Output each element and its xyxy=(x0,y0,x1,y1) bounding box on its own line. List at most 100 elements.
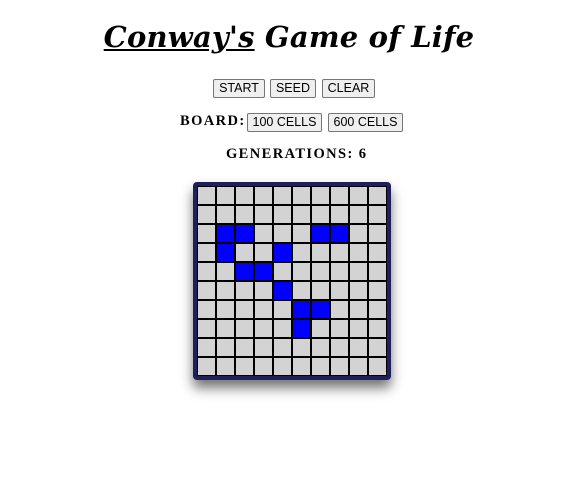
cell-dead[interactable] xyxy=(254,186,273,205)
cell-dead[interactable] xyxy=(216,319,235,338)
cell-dead[interactable] xyxy=(235,243,254,262)
cell-alive[interactable] xyxy=(311,224,330,243)
cell-dead[interactable] xyxy=(368,205,387,224)
cell-dead[interactable] xyxy=(254,338,273,357)
cell-alive[interactable] xyxy=(292,319,311,338)
clear-button[interactable]: CLEAR xyxy=(322,79,375,98)
cell-dead[interactable] xyxy=(349,243,368,262)
cell-dead[interactable] xyxy=(292,357,311,376)
cell-alive[interactable] xyxy=(273,281,292,300)
cell-alive[interactable] xyxy=(216,224,235,243)
cell-dead[interactable] xyxy=(330,319,349,338)
cell-dead[interactable] xyxy=(368,281,387,300)
cell-dead[interactable] xyxy=(197,338,216,357)
cell-dead[interactable] xyxy=(292,224,311,243)
cell-dead[interactable] xyxy=(235,281,254,300)
cell-dead[interactable] xyxy=(254,224,273,243)
cell-dead[interactable] xyxy=(235,300,254,319)
cell-dead[interactable] xyxy=(197,300,216,319)
cell-dead[interactable] xyxy=(273,186,292,205)
cell-dead[interactable] xyxy=(273,319,292,338)
cell-dead[interactable] xyxy=(330,338,349,357)
cell-dead[interactable] xyxy=(292,243,311,262)
cell-dead[interactable] xyxy=(197,281,216,300)
cell-dead[interactable] xyxy=(197,243,216,262)
cell-dead[interactable] xyxy=(235,205,254,224)
cell-dead[interactable] xyxy=(216,281,235,300)
cell-dead[interactable] xyxy=(216,205,235,224)
cell-dead[interactable] xyxy=(273,357,292,376)
cell-dead[interactable] xyxy=(216,357,235,376)
cell-alive[interactable] xyxy=(235,262,254,281)
cell-alive[interactable] xyxy=(254,262,273,281)
cell-dead[interactable] xyxy=(368,300,387,319)
cell-dead[interactable] xyxy=(311,205,330,224)
cell-dead[interactable] xyxy=(330,243,349,262)
cell-alive[interactable] xyxy=(216,243,235,262)
cell-dead[interactable] xyxy=(273,338,292,357)
cell-dead[interactable] xyxy=(235,357,254,376)
cell-dead[interactable] xyxy=(368,224,387,243)
cell-dead[interactable] xyxy=(292,205,311,224)
cell-dead[interactable] xyxy=(292,262,311,281)
cell-dead[interactable] xyxy=(368,243,387,262)
cell-alive[interactable] xyxy=(311,300,330,319)
cell-dead[interactable] xyxy=(330,300,349,319)
cell-dead[interactable] xyxy=(368,357,387,376)
cell-dead[interactable] xyxy=(368,319,387,338)
cell-dead[interactable] xyxy=(349,357,368,376)
cell-dead[interactable] xyxy=(197,262,216,281)
cell-dead[interactable] xyxy=(273,224,292,243)
cell-dead[interactable] xyxy=(197,357,216,376)
cell-dead[interactable] xyxy=(292,186,311,205)
cell-alive[interactable] xyxy=(235,224,254,243)
cell-dead[interactable] xyxy=(349,186,368,205)
board-600-cells-button[interactable]: 600 CELLS xyxy=(328,113,403,132)
cell-dead[interactable] xyxy=(254,357,273,376)
cell-dead[interactable] xyxy=(216,338,235,357)
cell-dead[interactable] xyxy=(254,319,273,338)
cell-dead[interactable] xyxy=(330,186,349,205)
cell-dead[interactable] xyxy=(311,186,330,205)
cell-dead[interactable] xyxy=(311,338,330,357)
cell-dead[interactable] xyxy=(273,300,292,319)
cell-dead[interactable] xyxy=(216,300,235,319)
cell-dead[interactable] xyxy=(197,224,216,243)
cell-dead[interactable] xyxy=(254,281,273,300)
cell-dead[interactable] xyxy=(311,281,330,300)
cell-dead[interactable] xyxy=(368,186,387,205)
cell-dead[interactable] xyxy=(254,300,273,319)
cell-dead[interactable] xyxy=(311,357,330,376)
cell-alive[interactable] xyxy=(292,300,311,319)
cell-dead[interactable] xyxy=(254,243,273,262)
cell-dead[interactable] xyxy=(197,205,216,224)
cell-dead[interactable] xyxy=(235,186,254,205)
cell-dead[interactable] xyxy=(349,319,368,338)
cell-dead[interactable] xyxy=(330,357,349,376)
cell-dead[interactable] xyxy=(349,224,368,243)
seed-button[interactable]: SEED xyxy=(270,79,316,98)
start-button[interactable]: START xyxy=(213,79,265,98)
cell-dead[interactable] xyxy=(197,319,216,338)
cell-dead[interactable] xyxy=(349,205,368,224)
cell-dead[interactable] xyxy=(216,262,235,281)
cell-dead[interactable] xyxy=(349,281,368,300)
cell-dead[interactable] xyxy=(273,205,292,224)
cell-dead[interactable] xyxy=(349,338,368,357)
cell-dead[interactable] xyxy=(330,281,349,300)
cell-dead[interactable] xyxy=(254,205,273,224)
cell-dead[interactable] xyxy=(197,186,216,205)
cell-dead[interactable] xyxy=(330,205,349,224)
cell-dead[interactable] xyxy=(292,281,311,300)
cell-alive[interactable] xyxy=(330,224,349,243)
cell-dead[interactable] xyxy=(368,262,387,281)
cell-alive[interactable] xyxy=(273,243,292,262)
board-100-cells-button[interactable]: 100 CELLS xyxy=(247,113,322,132)
cell-dead[interactable] xyxy=(235,338,254,357)
cell-dead[interactable] xyxy=(349,300,368,319)
cell-dead[interactable] xyxy=(349,262,368,281)
cell-dead[interactable] xyxy=(235,319,254,338)
cell-dead[interactable] xyxy=(216,186,235,205)
cell-dead[interactable] xyxy=(273,262,292,281)
cell-dead[interactable] xyxy=(311,243,330,262)
